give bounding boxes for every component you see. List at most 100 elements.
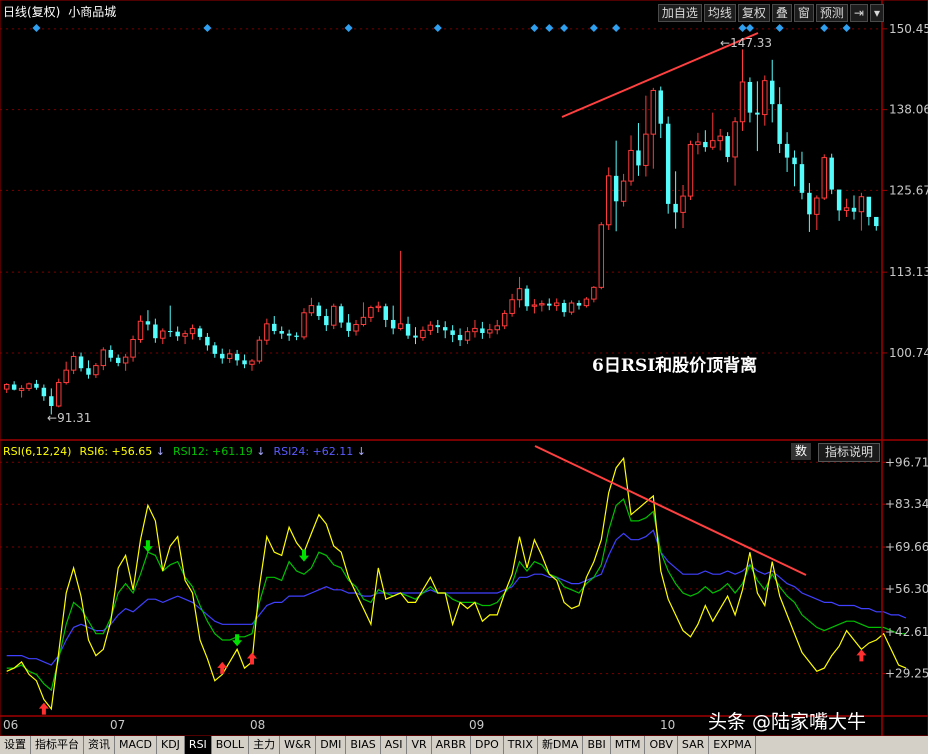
tab-ASI[interactable]: ASI — [381, 736, 408, 754]
indicator-tab-bar: 设置 指标平台 资讯 MACD KDJ RSI BOLL 主力 W&R DMI BIAS ASI VR A… — [0, 736, 928, 754]
candle-body-down — [561, 302, 567, 313]
toolbar-button-3[interactable]: 叠 — [771, 4, 792, 22]
tab-KDJ[interactable]: KDJ — [157, 736, 185, 754]
candle-body-down — [390, 319, 396, 329]
candle-body-up — [568, 302, 575, 313]
chart-canvas: 150.45 138.06 125.67 113.13 100.74 +96.71 +83.… — [0, 0, 928, 754]
x-axis-label: 07 — [110, 718, 126, 732]
candle-body-down — [413, 335, 418, 338]
candle-body-up — [710, 140, 716, 148]
data-button[interactable]: 数 — [791, 443, 811, 460]
candle-body-up — [353, 324, 359, 332]
toolbar-button-1[interactable]: 均线 — [703, 4, 736, 22]
candle-body-up — [620, 180, 627, 202]
candle-body-down — [636, 150, 641, 166]
candle-body-down — [405, 323, 411, 336]
toolbar-button-0[interactable]: 加自选 — [657, 4, 702, 22]
candle-body-down — [115, 357, 121, 363]
candle-body-up — [487, 329, 493, 334]
watermark: 头条 @陆家嘴大牛 — [708, 711, 867, 733]
rsi6-value: RSI6: +56.65 ↓ — [79, 445, 165, 458]
price-tick-label: 113.13 — [889, 265, 928, 279]
candle-body-down — [807, 192, 812, 215]
toolbar-button-6[interactable]: ⇥ — [849, 4, 868, 22]
candle-body-down — [866, 196, 872, 217]
rsi-tick-label: +69.66 — [885, 540, 928, 554]
rsi24-value: RSI24: +62.11 ↓ — [273, 445, 366, 458]
candle-body-down — [41, 387, 47, 397]
candle-body-down — [272, 323, 277, 332]
candle-body-up — [739, 81, 746, 123]
indicator-explain-button[interactable]: 指标说明 — [818, 443, 881, 462]
candle-body-down — [153, 324, 158, 339]
candle-body-up — [182, 333, 188, 337]
tab-RSI[interactable]: RSI — [184, 736, 212, 754]
tab-设置[interactable]: 设置 — [0, 736, 31, 754]
tab-ARBR[interactable]: ARBR — [432, 736, 472, 754]
candle-body-up — [256, 339, 263, 362]
price-tick-label: 150.45 — [889, 22, 928, 36]
candle-body-up — [420, 329, 426, 339]
tab-BBI[interactable]: BBI — [583, 736, 611, 754]
rsi12-text: RSI12: +61.19 — [172, 445, 253, 458]
candle-body-up — [695, 141, 701, 146]
candle-body-up — [858, 196, 865, 213]
rsi-tick-label: +29.25 — [885, 667, 928, 681]
candle-body-down — [108, 349, 113, 358]
candle-body-up — [3, 383, 10, 390]
candle-body-down — [799, 164, 805, 193]
toolbar-button-2[interactable]: 复权 — [737, 4, 770, 22]
candle-body-down — [576, 302, 582, 306]
candle-body-up — [264, 323, 270, 341]
tab-DMI[interactable]: DMI — [316, 736, 347, 754]
tab-EXPMA[interactable]: EXPMA — [709, 736, 757, 754]
tab-资讯[interactable]: 资讯 — [84, 736, 115, 754]
candle-body-up — [687, 144, 694, 197]
toolbar-button-7[interactable]: ▾ — [869, 4, 884, 22]
candle-body-up — [427, 324, 434, 331]
tab-BOLL[interactable]: BOLL — [212, 736, 250, 754]
tab-W&R[interactable]: W&R — [280, 736, 317, 754]
candle-body-down — [725, 136, 730, 157]
tab-VR[interactable]: VR — [407, 736, 432, 754]
tab-DPO[interactable]: DPO — [471, 736, 504, 754]
toolbar-button-5[interactable]: 预测 — [815, 4, 848, 22]
candle-body-up — [301, 312, 307, 338]
candle-body-down — [286, 333, 292, 336]
toolbar-button-4[interactable]: 窗 — [793, 4, 814, 22]
tab-BIAS[interactable]: BIAS — [346, 736, 381, 754]
candle-body-up — [628, 149, 634, 182]
candle-body-down — [220, 353, 225, 359]
candle-body-down — [145, 321, 151, 325]
rsi-legend: RSI(6,12,24) RSI6: +56.65 ↓ RSI12: +61.1… — [3, 445, 366, 458]
candle-body-up — [650, 89, 657, 135]
tab-SAR[interactable]: SAR — [678, 736, 710, 754]
candle-body-up — [516, 288, 523, 301]
candle-body-up — [531, 304, 538, 307]
candle-body-down — [442, 327, 448, 331]
candle-body-down — [11, 384, 17, 390]
candle-body-up — [331, 305, 337, 326]
candle-body-up — [501, 312, 508, 327]
tab-新DMA[interactable]: 新DMA — [538, 736, 584, 754]
candle-body-down — [784, 143, 790, 158]
candle-body-up — [189, 327, 196, 335]
candle-body-up — [360, 316, 367, 326]
candle-body-up — [226, 353, 233, 359]
candle-body-up — [308, 305, 315, 314]
x-axis-label: 08 — [250, 718, 266, 732]
tab-TRIX[interactable]: TRIX — [504, 736, 538, 754]
candle-body-down — [78, 356, 84, 369]
candle-body-down — [792, 157, 797, 165]
candle-body-down — [316, 305, 322, 317]
tab-主力[interactable]: 主力 — [249, 736, 281, 754]
tab-MACD[interactable]: MACD — [115, 736, 157, 754]
candle-body-down — [703, 141, 708, 148]
tab-OBV[interactable]: OBV — [645, 736, 678, 754]
candle-body-down — [205, 336, 210, 346]
tab-MTM[interactable]: MTM — [611, 736, 646, 754]
tab-指标平台[interactable]: 指标平台 — [31, 736, 84, 754]
candle-body-down — [480, 328, 485, 333]
candle-body-up — [130, 339, 136, 358]
candle-body-up — [680, 195, 686, 213]
